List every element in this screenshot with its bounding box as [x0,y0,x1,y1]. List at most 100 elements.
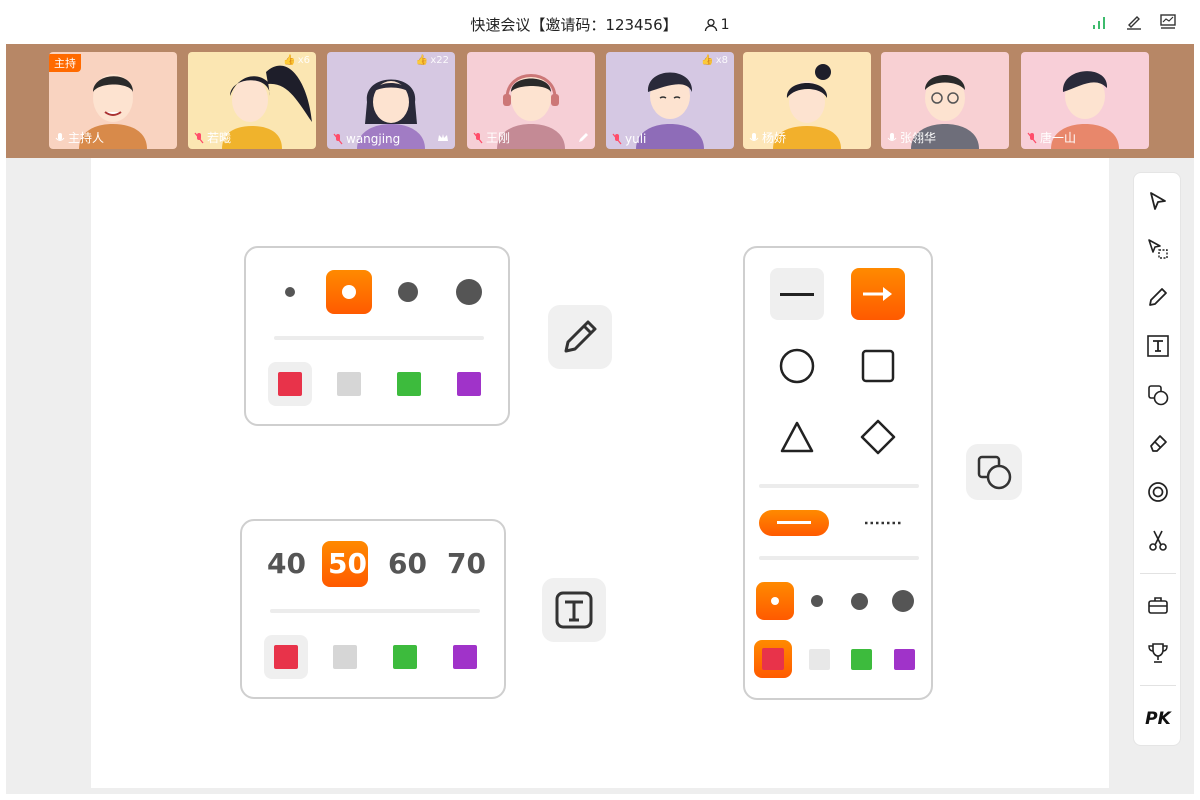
text-size-40[interactable]: 40 [267,547,306,580]
size-small[interactable] [285,287,295,297]
video-tile[interactable]: 👍 x6 若曦 [188,52,316,149]
participant-label: 若曦 [194,129,231,146]
crown-icon [438,134,448,141]
screen-icon[interactable] [1160,14,1176,30]
shape-arrow-selected[interactable] [851,268,905,320]
meeting-title: 快速会议【邀请码：123456】 [470,16,678,34]
text-icon[interactable] [1146,334,1170,358]
color-purple[interactable] [894,649,915,670]
mic-on-icon [749,132,759,141]
video-strip: 主持 主持人 👍 x6 若曦 👍 x22 wangjing 王刚 👍 x8 yu… [6,44,1194,158]
eraser-icon[interactable] [1146,431,1170,455]
color-gray[interactable] [809,649,830,670]
text-size-60[interactable]: 60 [388,547,427,580]
color-red[interactable] [274,645,298,669]
color-gray[interactable] [333,645,357,669]
stroke-xlarge[interactable] [892,590,914,612]
meeting-title-area: 快速会议【邀请码：123456】 1 [0,14,1200,35]
thumb-icon: 👍 [283,55,296,66]
host-tag: 主持 [49,54,81,72]
color-purple[interactable] [457,372,481,396]
text-icon [555,591,593,629]
participant-name: yuli [625,132,647,146]
participant-name: 张翎华 [900,131,937,145]
triangle-shape-icon[interactable] [779,420,815,454]
color-green[interactable] [397,372,421,396]
participant-label: 张翎华 [887,129,936,146]
divider [759,556,919,560]
participant-count[interactable]: 1 [704,17,730,33]
toolbox-icon[interactable] [1146,593,1170,617]
participant-name: wangjing [346,132,401,146]
video-tile[interactable]: 👍 x22 wangjing [327,52,455,149]
size-xlarge[interactable] [456,279,482,305]
participant-label: 主持人 [55,129,104,146]
participant-label: 王刚 [473,129,510,146]
trophy-icon[interactable] [1146,641,1170,665]
arrow-icon [863,287,892,301]
video-tile[interactable]: 杨娇 [743,52,871,149]
video-tile[interactable]: 张翎华 [881,52,1009,149]
like-badge: 👍 x6 [283,55,310,66]
shape-line[interactable] [770,268,824,320]
text-size-70[interactable]: 70 [447,547,486,580]
shape-tool-button[interactable] [966,444,1022,500]
color-red[interactable] [278,372,302,396]
size-medium-selected[interactable] [326,270,372,314]
pk-button[interactable]: PK [1143,707,1173,731]
right-toolbar: PK [1133,172,1181,746]
video-tile[interactable]: 唐一山 [1021,52,1149,149]
line-style-solid-selected[interactable] [759,510,829,536]
color-green[interactable] [851,649,872,670]
stroke-large[interactable] [851,593,868,610]
text-tool-button[interactable] [542,578,606,642]
line-style-dotted[interactable] [863,516,903,530]
diamond-shape-icon[interactable] [859,418,897,456]
thumb-icon: 👍 [701,55,714,66]
stroke-small-selected[interactable] [756,582,794,620]
pen-icon[interactable] [1146,285,1170,309]
participant-name: 王刚 [486,131,511,145]
pen-tool-button[interactable] [548,305,612,369]
thumb-icon: 👍 [415,55,429,66]
mic-off-icon [473,132,483,143]
text-settings-panel: 40 50 60 70 [240,519,506,699]
person-icon [704,18,717,31]
video-tile[interactable]: 王刚 [467,52,595,149]
like-badge: 👍 x8 [701,55,728,66]
stroke-medium[interactable] [811,595,823,607]
video-tile[interactable]: 主持 主持人 [49,52,177,149]
mic-on-icon [887,132,897,141]
shape-icon [977,455,1012,490]
pencil-icon [564,320,597,353]
laser-icon[interactable] [1146,480,1170,504]
divider [274,336,484,340]
text-size-50[interactable]: 50 [328,547,367,580]
participant-name: 杨娇 [762,131,787,145]
multi-select-icon[interactable] [1146,237,1170,261]
participant-label: wangjing [333,132,400,146]
participant-name: 若曦 [207,131,232,145]
mic-off-icon [1027,132,1037,143]
participant-count-value: 1 [720,16,730,33]
scissors-icon[interactable] [1146,528,1170,552]
color-red[interactable] [762,648,784,670]
mic-on-icon [55,132,65,141]
color-purple[interactable] [453,645,477,669]
pencil-icon [579,133,588,142]
signal-icon [1092,14,1108,30]
size-large[interactable] [398,282,418,302]
video-tile[interactable]: 👍 x8 yuli [606,52,734,149]
edit-icon[interactable] [1126,14,1142,30]
select-icon[interactable] [1146,189,1170,213]
color-gray[interactable] [337,372,361,396]
square-shape-icon[interactable] [861,349,895,383]
mic-off-icon [194,132,204,143]
shape-icon[interactable] [1146,383,1170,407]
pen-settings-panel [244,246,510,426]
divider [759,484,919,488]
participant-label: 杨娇 [749,129,786,146]
circle-shape-icon[interactable] [779,348,815,384]
mic-off-icon [612,133,622,145]
color-green[interactable] [393,645,417,669]
